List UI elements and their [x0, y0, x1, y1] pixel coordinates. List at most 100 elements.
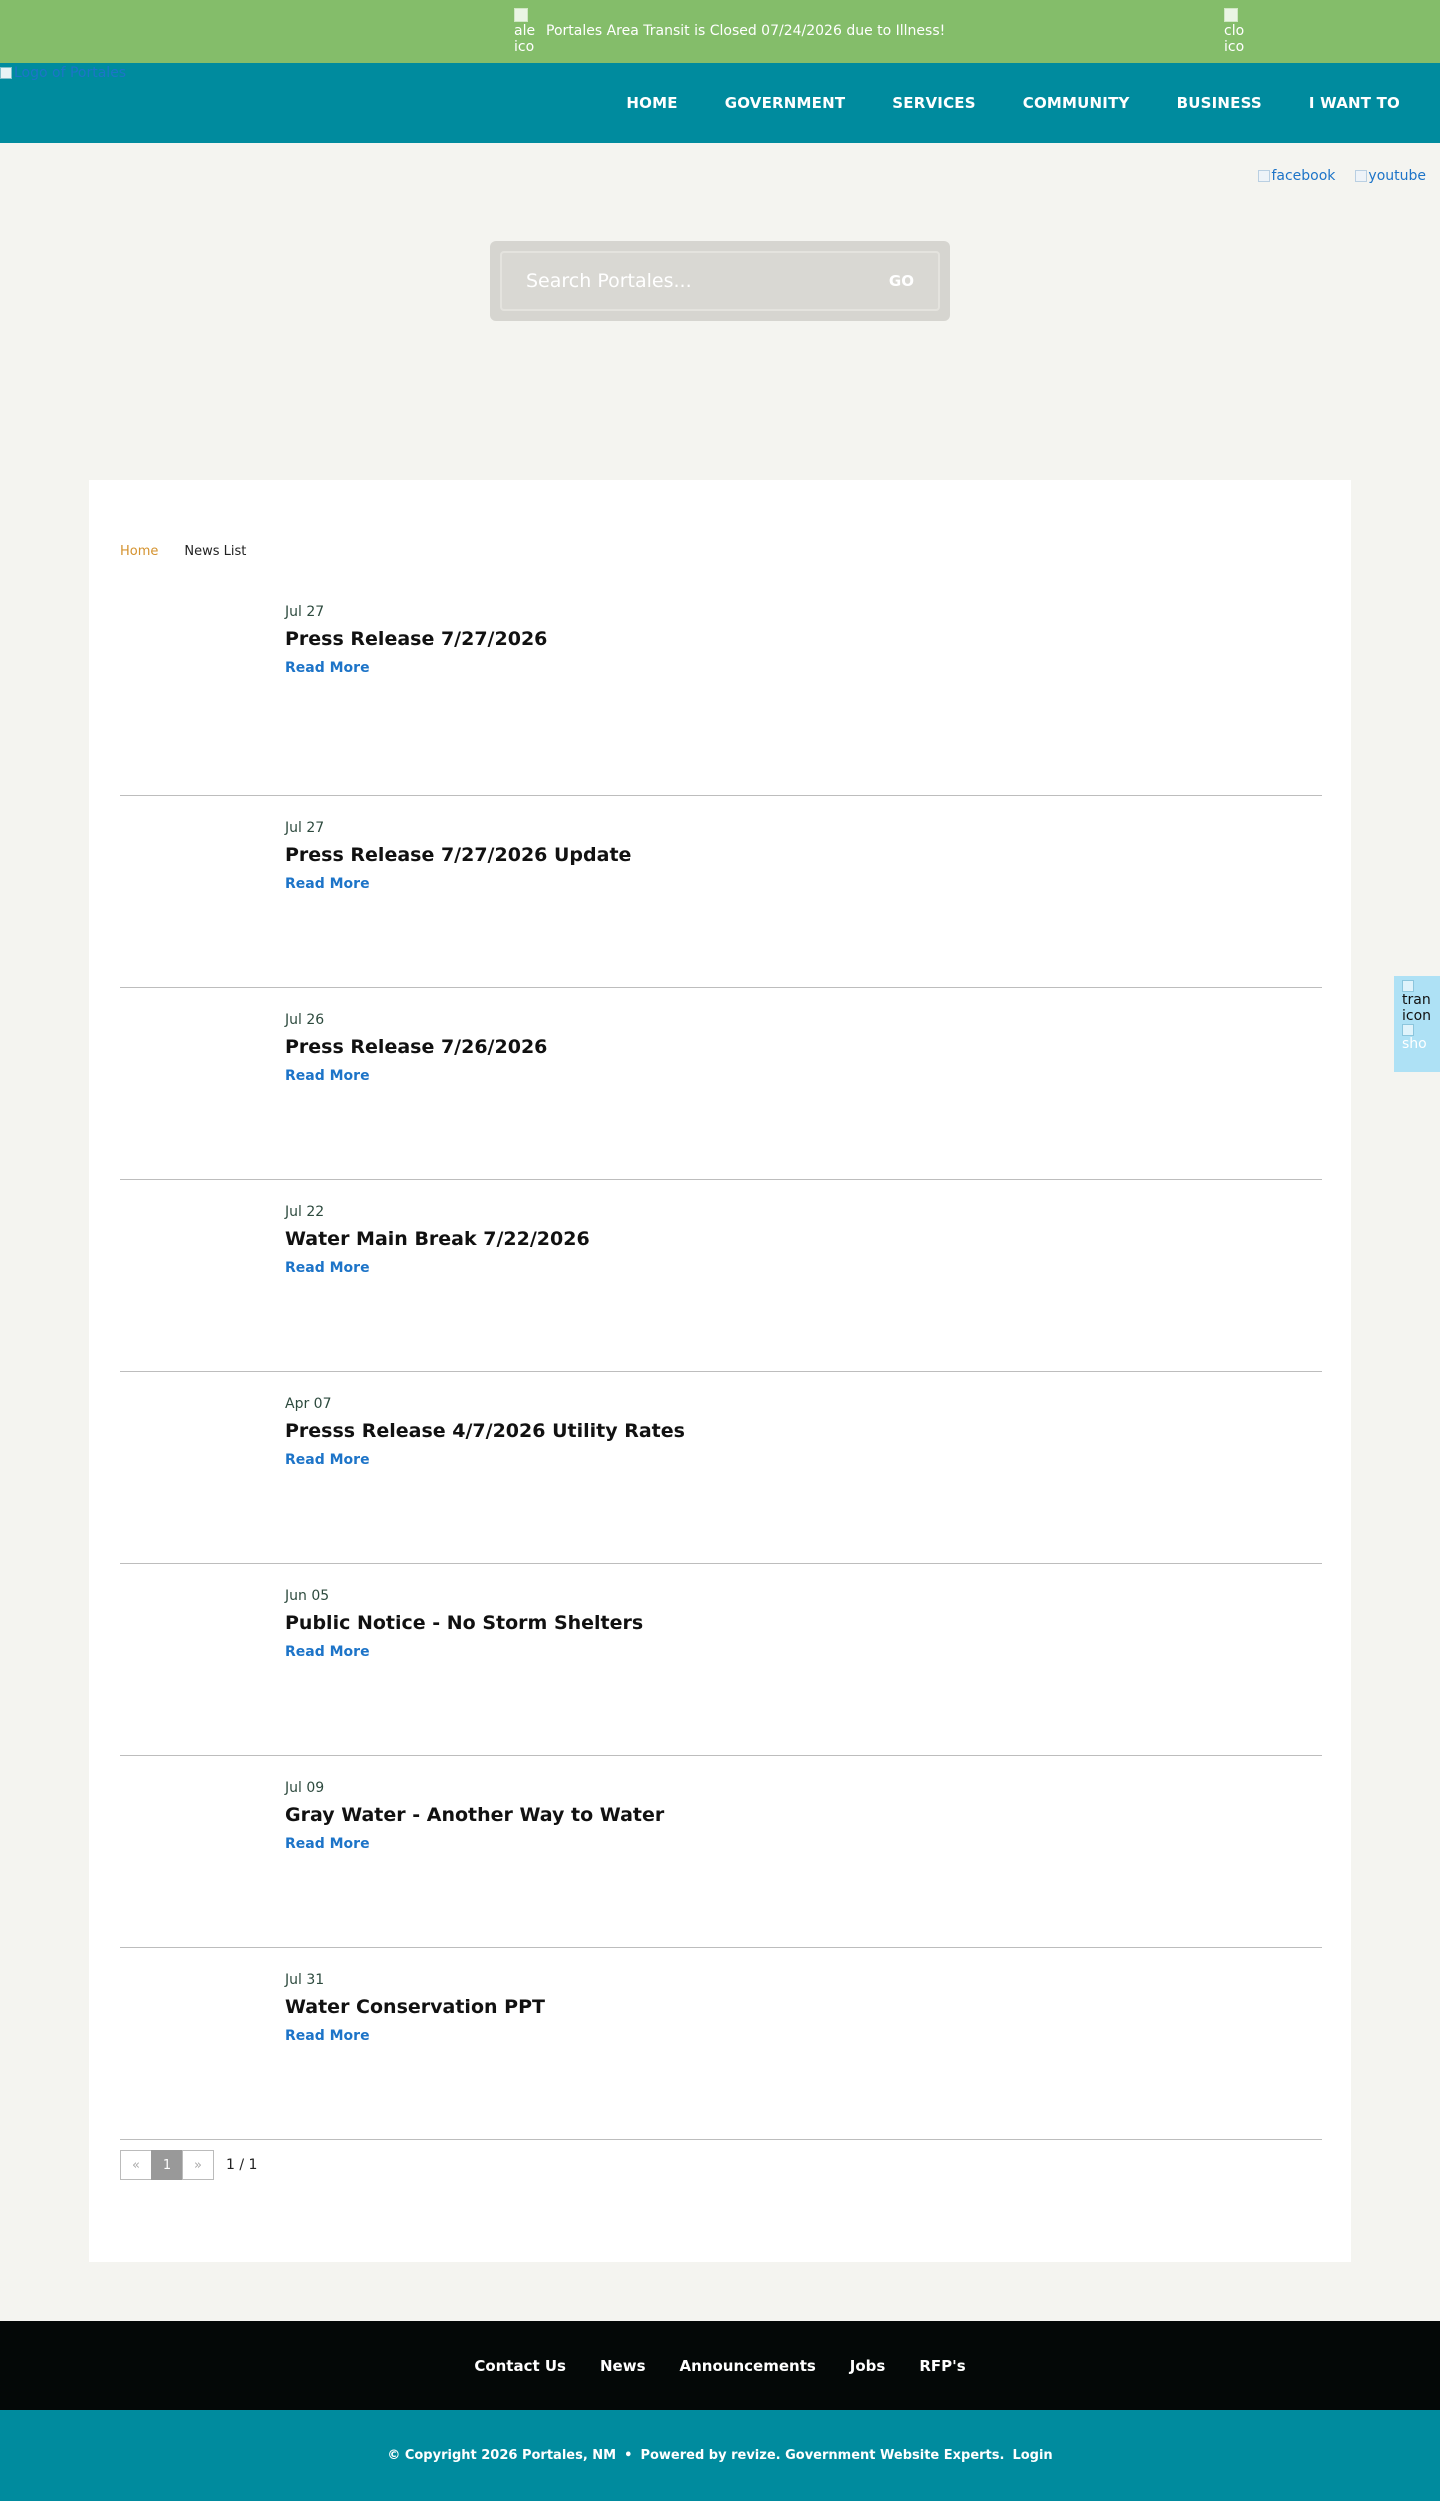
footer-separator: • — [624, 2448, 633, 2463]
site-header: Logo of Portales HOME GOVERNMENT SERVICE… — [0, 63, 1440, 143]
alert-text[interactable]: Portales Area Transit is Closed 07/24/20… — [546, 23, 945, 39]
alert-close-alt-1: clo — [1224, 23, 1245, 39]
alert-content: ale ico Portales Area Transit is Closed … — [514, 8, 945, 55]
news-title[interactable]: Gray Water - Another Way to Water — [285, 1804, 664, 1826]
breadcrumb-current: News List — [184, 544, 247, 559]
nav-i-want-to[interactable]: I WANT TO — [1309, 94, 1400, 112]
news-title[interactable]: Press Release 7/26/2026 — [285, 1036, 547, 1058]
youtube-icon — [1355, 170, 1368, 182]
news-title[interactable]: Public Notice - No Storm Shelters — [285, 1612, 643, 1634]
nav-community[interactable]: COMMUNITY — [1023, 94, 1130, 112]
read-more-link[interactable]: Read More — [285, 1260, 370, 1276]
news-item: Jul 22 Water Main Break 7/22/2026 Read M… — [120, 1180, 1322, 1372]
news-title[interactable]: Presss Release 4/7/2026 Utility Rates — [285, 1420, 685, 1442]
news-item: Jul 27 Press Release 7/27/2026 Read More — [120, 604, 1322, 796]
breadcrumb-home[interactable]: Home — [120, 544, 158, 559]
page-count: 1 / 1 — [226, 2157, 258, 2173]
facebook-alt: facebook — [1271, 168, 1336, 184]
search-input[interactable] — [526, 270, 889, 292]
news-item: Jul 26 Press Release 7/26/2026 Read More — [120, 988, 1322, 1180]
nav-home[interactable]: HOME — [626, 94, 677, 112]
news-title[interactable]: Press Release 7/27/2026 — [285, 628, 547, 650]
read-more-link[interactable]: Read More — [285, 1452, 370, 1468]
facebook-icon — [1258, 170, 1271, 182]
news-date: Jul 27 — [285, 820, 325, 836]
news-date: Apr 07 — [285, 1396, 332, 1412]
news-content: Jul 27 Press Release 7/27/2026 Update Re… — [285, 820, 631, 892]
alert-close-icon[interactable]: clo ico — [1224, 8, 1246, 55]
news-date: Jul 27 — [285, 604, 325, 620]
news-title[interactable]: Water Main Break 7/22/2026 — [285, 1228, 590, 1250]
search-box: GO — [490, 241, 950, 321]
social-links: facebook youtube — [1238, 168, 1426, 184]
footer-announcements-link[interactable]: Announcements — [680, 2357, 816, 2375]
read-more-link[interactable]: Read More — [285, 1836, 370, 1852]
share-alt: sho — [1402, 1036, 1427, 1052]
broken-image-icon — [514, 8, 528, 22]
nav-government[interactable]: GOVERNMENT — [725, 94, 846, 112]
main-content: Home News List Jul 27 Press Release 7/27… — [89, 480, 1351, 2262]
alert-icon: ale ico — [514, 8, 536, 55]
news-date: Jun 05 — [285, 1588, 330, 1604]
share-icon — [1402, 1024, 1414, 1036]
footer-bottom: © Copyright 2026 Portales, NM • Powered … — [0, 2410, 1440, 2501]
site-logo[interactable]: Logo of Portales — [0, 65, 126, 81]
page-prev-button[interactable]: « — [120, 2150, 152, 2180]
broken-image-icon — [0, 67, 12, 79]
page-1-button[interactable]: 1 — [151, 2150, 183, 2180]
news-date: Jul 26 — [285, 1012, 325, 1028]
alert-close-alt-2: ico — [1224, 39, 1245, 55]
news-content: Jul 26 Press Release 7/26/2026 Read More — [285, 1012, 547, 1084]
alert-icon-alt-2: ico — [514, 39, 535, 55]
news-item: Jul 31 Water Conservation PPT Read More — [120, 1948, 1322, 2140]
footer-jobs-link[interactable]: Jobs — [850, 2357, 886, 2375]
footer-contact-link[interactable]: Contact Us — [474, 2357, 566, 2375]
footer-links: Contact Us News Announcements Jobs RFP's — [0, 2321, 1440, 2410]
news-title[interactable]: Press Release 7/27/2026 Update — [285, 844, 631, 866]
read-more-link[interactable]: Read More — [285, 876, 370, 892]
alert-bar: ale ico Portales Area Transit is Closed … — [0, 0, 1440, 63]
news-content: Jun 05 Public Notice - No Storm Shelters… — [285, 1588, 643, 1660]
read-more-link[interactable]: Read More — [285, 660, 370, 676]
news-content: Jul 27 Press Release 7/27/2026 Read More — [285, 604, 547, 676]
footer-rfps-link[interactable]: RFP's — [919, 2357, 965, 2375]
news-content: Jul 09 Gray Water - Another Way to Water… — [285, 1780, 664, 1852]
page-next-button[interactable]: » — [182, 2150, 214, 2180]
login-link[interactable]: Login — [1012, 2448, 1052, 2463]
search-go-button[interactable]: GO — [889, 272, 914, 290]
breadcrumb: Home News List — [120, 544, 246, 559]
nav-services[interactable]: SERVICES — [892, 94, 975, 112]
powered-by-link[interactable]: Powered by revize. Government Website Ex… — [640, 2448, 1004, 2463]
news-title[interactable]: Water Conservation PPT — [285, 1996, 545, 2018]
youtube-alt: youtube — [1368, 168, 1426, 184]
news-list: Jul 27 Press Release 7/27/2026 Read More… — [120, 604, 1322, 2140]
news-content: Jul 31 Water Conservation PPT Read More — [285, 1972, 545, 2044]
news-item: Jun 05 Public Notice - No Storm Shelters… — [120, 1564, 1322, 1756]
read-more-link[interactable]: Read More — [285, 2028, 370, 2044]
logo-alt-text: Logo of Portales — [14, 65, 127, 81]
pagination: « 1 » 1 / 1 — [120, 2150, 257, 2180]
news-date: Jul 09 — [285, 1780, 325, 1796]
read-more-link[interactable]: Read More — [285, 1644, 370, 1660]
broken-image-icon — [1224, 8, 1238, 22]
facebook-link[interactable]: facebook — [1258, 168, 1335, 184]
news-item: Apr 07 Presss Release 4/7/2026 Utility R… — [120, 1372, 1322, 1564]
youtube-link[interactable]: youtube — [1355, 168, 1426, 184]
translate-icon — [1402, 980, 1414, 992]
news-content: Jul 22 Water Main Break 7/22/2026 Read M… — [285, 1204, 590, 1276]
nav-business[interactable]: BUSINESS — [1177, 94, 1262, 112]
news-content: Apr 07 Presss Release 4/7/2026 Utility R… — [285, 1396, 685, 1468]
footer-news-link[interactable]: News — [600, 2357, 646, 2375]
read-more-link[interactable]: Read More — [285, 1068, 370, 1084]
translate-alt-2: icon — [1402, 1008, 1432, 1024]
translate-widget[interactable]: tran icon sho — [1394, 976, 1440, 1072]
news-date: Jul 31 — [285, 1972, 325, 1988]
news-date: Jul 22 — [285, 1204, 325, 1220]
translate-alt-1: tran — [1402, 992, 1431, 1008]
search-inner: GO — [500, 251, 940, 311]
main-nav: HOME GOVERNMENT SERVICES COMMUNITY BUSIN… — [579, 63, 1400, 143]
alert-icon-alt-1: ale — [514, 23, 536, 39]
copyright-text: © Copyright 2026 Portales, NM — [387, 2448, 617, 2463]
news-item: Jul 27 Press Release 7/27/2026 Update Re… — [120, 796, 1322, 988]
news-item: Jul 09 Gray Water - Another Way to Water… — [120, 1756, 1322, 1948]
